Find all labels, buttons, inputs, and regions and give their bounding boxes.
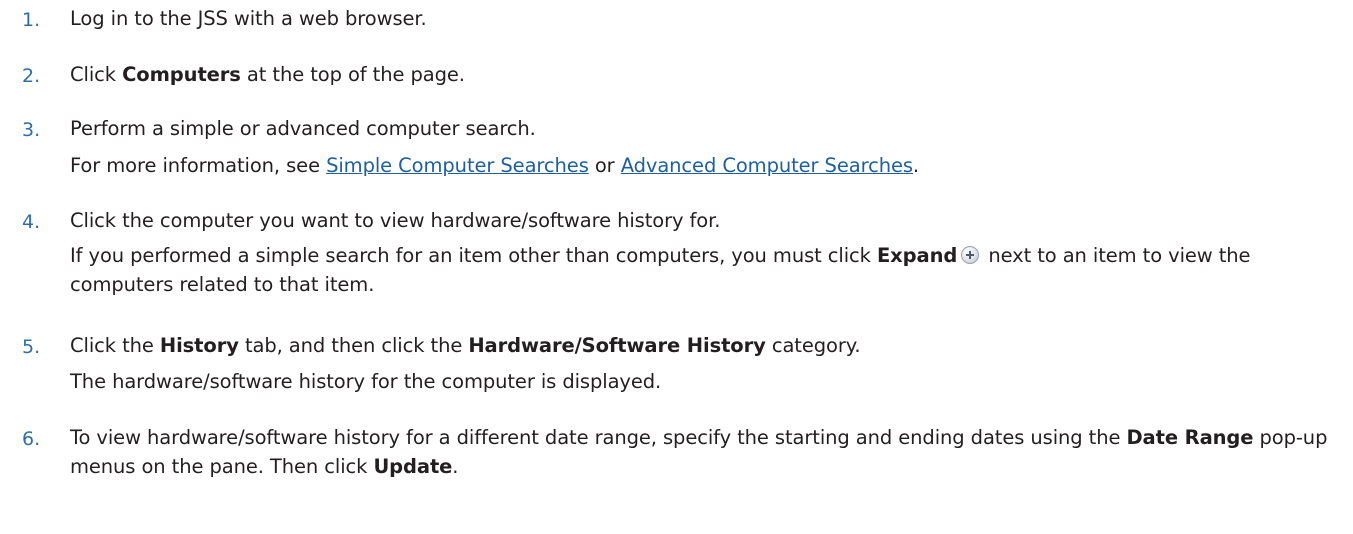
expand-label: Expand [876, 244, 958, 267]
step-5-note: The hardware/software history for the co… [70, 370, 662, 393]
step-5-text-mid: tab, and then click the [238, 334, 469, 357]
step-number: 3. [22, 119, 41, 141]
step-note: The hardware/software history for the co… [70, 367, 1335, 396]
step-5-text-post: category. [765, 334, 861, 357]
step-text: Click the computer you want to view hard… [70, 206, 1335, 235]
step-text: Click Computers at the top of the page. [70, 60, 1335, 89]
step-3-note-mid: or [588, 154, 621, 177]
step-text: Click the History tab, and then click th… [70, 331, 1335, 360]
step-number: 5. [22, 336, 41, 358]
update-label: Update [373, 455, 453, 478]
step-number: 6. [22, 428, 41, 450]
date-range-label: Date Range [1126, 426, 1254, 449]
step-2-text-pre: Click [70, 63, 123, 86]
step-text: To view hardware/software history for a … [70, 423, 1331, 481]
advanced-computer-searches-link[interactable]: Advanced Computer Searches [621, 154, 913, 177]
history-tab-label: History [159, 334, 239, 357]
step-3-note-pre: For more information, see [70, 154, 327, 177]
step-2-text-post: at the top of the page. [240, 63, 465, 86]
step-3-text: Perform a simple or advanced computer se… [70, 117, 536, 140]
simple-computer-searches-link[interactable]: Simple Computer Searches [326, 154, 589, 177]
computers-label: Computers [122, 63, 241, 86]
step-4-note-pre: If you performed a simple search for an … [70, 244, 877, 267]
step-5-text-pre: Click the [70, 334, 160, 357]
hardware-software-history-label: Hardware/Software History [468, 334, 766, 357]
step-1-text: Log in to the JSS with a web browser. [70, 7, 427, 30]
step-number: 2. [22, 65, 41, 87]
step-4-text: Click the computer you want to view hard… [70, 209, 721, 232]
step-3-note-post: . [912, 154, 920, 177]
procedure-document: 1. Log in to the JSS with a web browser.… [0, 0, 1353, 534]
step-6-text-post: . [452, 455, 459, 478]
step-6-text-pre: To view hardware/software history for a … [70, 426, 1127, 449]
step-note: If you performed a simple search for an … [70, 241, 1343, 299]
step-number: 1. [22, 9, 41, 31]
step-text: Log in to the JSS with a web browser. [70, 4, 1335, 33]
step-number: 4. [22, 211, 41, 233]
step-text: Perform a simple or advanced computer se… [70, 114, 1335, 143]
step-note: For more information, see Simple Compute… [70, 151, 1335, 180]
plus-icon [961, 246, 980, 264]
